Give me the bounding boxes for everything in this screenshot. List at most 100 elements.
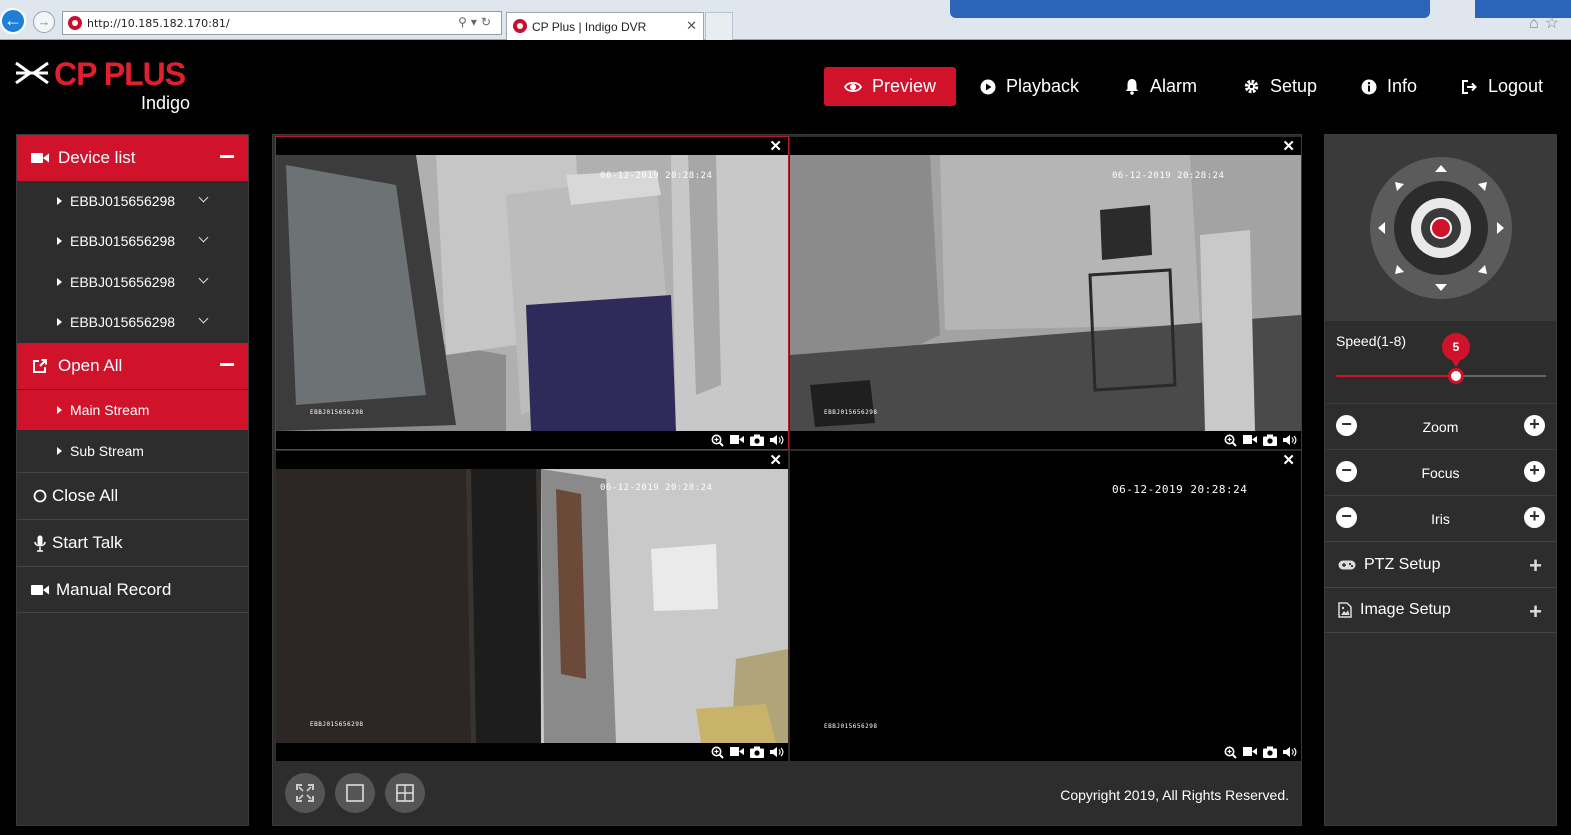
audio-icon[interactable]: [770, 434, 784, 447]
image-setup-section[interactable]: Image Setup +: [1325, 587, 1556, 633]
chevron-down-icon[interactable]: [198, 232, 209, 243]
open-all-header[interactable]: Open All: [17, 343, 248, 389]
browser-tab[interactable]: CP Plus | Indigo DVR ✕: [506, 12, 704, 40]
device-name: EBBJ015656298: [70, 233, 176, 249]
close-tile-icon[interactable]: ✕: [1282, 451, 1295, 469]
focus-plus-button[interactable]: +: [1524, 461, 1545, 482]
zoom-in-button[interactable]: +: [1524, 415, 1545, 436]
expand-triangle-icon: [57, 237, 62, 245]
chevron-down-icon[interactable]: [198, 192, 209, 203]
expand-plus-icon[interactable]: +: [1529, 553, 1542, 579]
ptz-direction-ring[interactable]: [1370, 157, 1512, 299]
record-icon[interactable]: [1243, 434, 1257, 447]
tile-toolbar: [711, 746, 784, 759]
fullscreen-icon: [296, 784, 314, 802]
video-tile[interactable]: ✕ 06-12-2019 20:28:24 EBBJ015656298: [790, 451, 1301, 761]
device-item[interactable]: EBBJ015656298: [17, 262, 248, 302]
background-window-strip: [950, 0, 1430, 18]
new-tab-button[interactable]: [705, 12, 733, 40]
play-circle-icon: [980, 79, 996, 95]
nav-alarm[interactable]: Alarm: [1124, 67, 1197, 106]
audio-icon[interactable]: [1283, 746, 1297, 759]
snapshot-icon[interactable]: [750, 434, 764, 447]
single-view-button[interactable]: [335, 773, 375, 813]
fullscreen-button[interactable]: [285, 773, 325, 813]
snapshot-icon[interactable]: [750, 746, 764, 759]
logo-mark-icon: [15, 61, 49, 85]
start-talk-button[interactable]: Start Talk: [17, 519, 248, 566]
nav-preview[interactable]: Preview: [824, 67, 956, 106]
focus-minus-button[interactable]: −: [1336, 461, 1357, 482]
device-name: EBBJ015656298: [70, 274, 176, 290]
close-tile-icon[interactable]: ✕: [1282, 137, 1295, 155]
video-tile[interactable]: ✕ 06-12-2019 20:28:24 EBBJ015656298: [276, 451, 788, 761]
timestamp-overlay: 06-12-2019 20:28:24: [1112, 483, 1248, 496]
quad-view-icon: [396, 784, 414, 802]
tab-close-icon[interactable]: ✕: [686, 18, 697, 34]
image-icon: [1338, 602, 1352, 618]
bell-icon: [1124, 78, 1140, 95]
video-tile[interactable]: ✕ 06-12-2019 20:28:24 EBBJ015656298: [790, 137, 1301, 449]
expand-plus-icon[interactable]: +: [1529, 599, 1542, 625]
device-item[interactable]: EBBJ015656298: [17, 181, 248, 221]
nav-preview-label: Preview: [872, 76, 937, 96]
record-icon[interactable]: [1243, 746, 1257, 759]
video-tile[interactable]: ✕ 06-12-2019 20:28:24 EBBJ015656298: [275, 136, 789, 450]
camera-id-overlay: EBBJ015656298: [310, 409, 364, 416]
zoom-in-icon[interactable]: [1224, 746, 1237, 759]
video-grid-panel: ✕ 06-12-2019 20:28:24 EBBJ015656298 ✕ 06…: [272, 134, 1302, 826]
speed-slider-handle[interactable]: [1448, 368, 1464, 384]
zoom-in-icon[interactable]: [711, 746, 724, 759]
main-stream-label: Main Stream: [70, 402, 150, 418]
iris-plus-button[interactable]: +: [1524, 507, 1545, 528]
back-button[interactable]: ←: [0, 8, 26, 34]
sub-stream-item[interactable]: Sub Stream: [17, 431, 248, 471]
camera-feed: [790, 155, 1301, 431]
nav-info[interactable]: Info: [1361, 67, 1417, 106]
ptz-center-button[interactable]: [1411, 198, 1471, 258]
expand-triangle-icon: [57, 197, 62, 205]
address-bar[interactable]: http://10.185.182.170:81/ ⚲▾↻: [62, 11, 502, 35]
snapshot-icon[interactable]: [1263, 434, 1277, 447]
device-name: EBBJ015656298: [70, 193, 176, 209]
speed-slider-fill: [1336, 375, 1456, 377]
collapse-icon[interactable]: [220, 155, 234, 158]
nav-setup[interactable]: Setup: [1243, 67, 1317, 106]
chevron-down-icon[interactable]: [198, 273, 209, 284]
record-icon[interactable]: [730, 746, 744, 759]
image-setup-label: Image Setup: [1360, 601, 1451, 618]
iris-label: Iris: [1431, 511, 1450, 527]
search-refresh-icon[interactable]: ⚲▾↻: [458, 15, 495, 29]
close-all-button[interactable]: Close All: [17, 472, 248, 519]
device-name: EBBJ015656298: [70, 314, 176, 330]
zoom-row: Zoom − +: [1325, 403, 1556, 449]
audio-icon[interactable]: [770, 746, 784, 759]
zoom-in-icon[interactable]: [711, 434, 724, 447]
camera-id-overlay: EBBJ015656298: [824, 409, 878, 416]
main-stream-item[interactable]: Main Stream: [17, 390, 248, 430]
device-item[interactable]: EBBJ015656298: [17, 221, 248, 261]
audio-icon[interactable]: [1283, 434, 1297, 447]
device-list-header[interactable]: Device list: [17, 135, 248, 181]
close-tile-icon[interactable]: ✕: [769, 137, 782, 155]
external-link-icon: [30, 358, 50, 374]
manual-record-button[interactable]: Manual Record: [17, 566, 248, 613]
eye-icon: [844, 80, 862, 94]
pan-down-right-icon: [1478, 265, 1487, 274]
snapshot-icon[interactable]: [1263, 746, 1277, 759]
nav-playback[interactable]: Playback: [980, 67, 1079, 106]
record-icon[interactable]: [730, 434, 744, 447]
forward-button[interactable]: →: [33, 11, 55, 33]
home-favorites-icon[interactable]: ⌂☆: [1529, 13, 1565, 33]
chevron-down-icon[interactable]: [198, 313, 209, 324]
quad-view-button[interactable]: [385, 773, 425, 813]
collapse-icon[interactable]: [220, 363, 234, 366]
zoom-in-icon[interactable]: [1224, 434, 1237, 447]
device-item[interactable]: EBBJ015656298: [17, 302, 248, 342]
speed-slider[interactable]: 5: [1336, 333, 1546, 384]
iris-minus-button[interactable]: −: [1336, 507, 1357, 528]
ptz-setup-section[interactable]: PTZ Setup +: [1325, 541, 1556, 587]
zoom-out-button[interactable]: −: [1336, 415, 1357, 436]
nav-logout[interactable]: Logout: [1461, 67, 1543, 106]
close-tile-icon[interactable]: ✕: [769, 451, 782, 469]
